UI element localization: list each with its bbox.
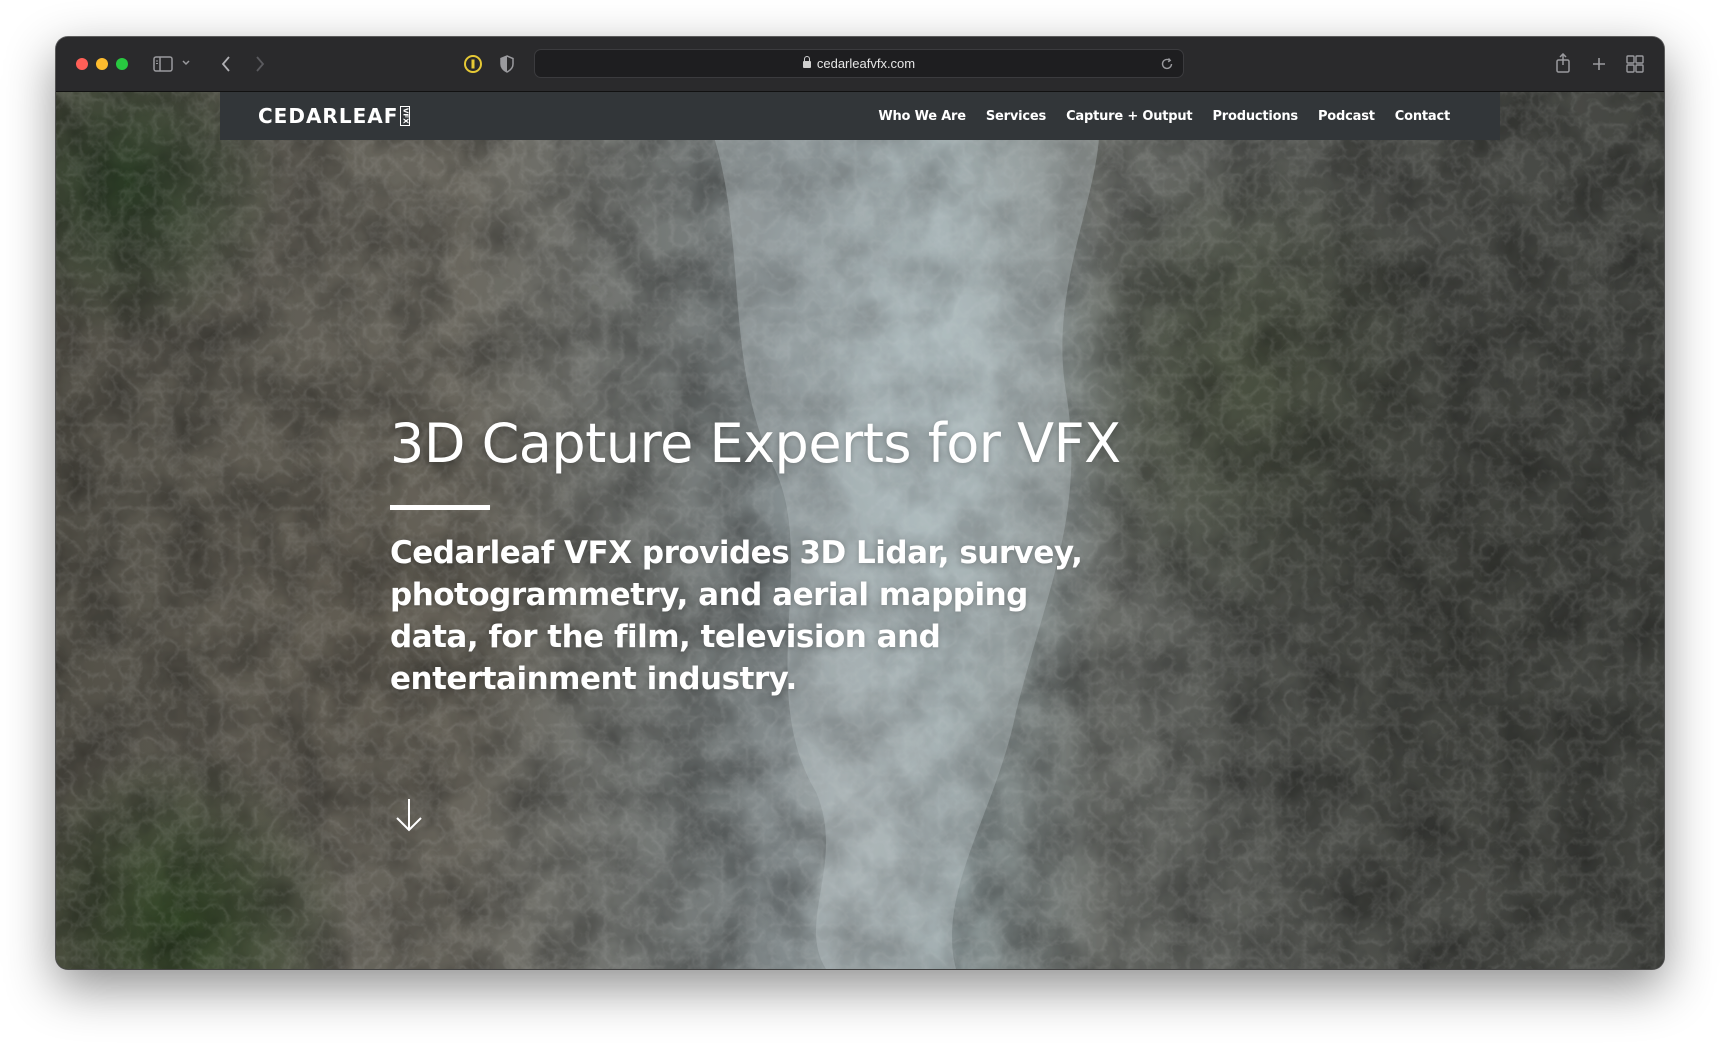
forward-icon[interactable] bbox=[250, 53, 270, 75]
chevron-down-icon[interactable] bbox=[180, 57, 192, 69]
zoom-window-button[interactable] bbox=[116, 58, 128, 70]
nav-contact[interactable]: Contact bbox=[1395, 109, 1450, 124]
tab-overview-icon[interactable] bbox=[1624, 53, 1646, 75]
nav-who-we-are[interactable]: Who We Are bbox=[878, 109, 966, 124]
nav-capture-output[interactable]: Capture + Output bbox=[1066, 109, 1193, 124]
hero-divider bbox=[390, 505, 490, 510]
hero-section: 3D Capture Experts for VFX Cedarleaf VFX… bbox=[390, 412, 1150, 700]
password-manager-icon[interactable] bbox=[462, 53, 484, 75]
browser-window: cedarleafvfx.com CEDARLEAF VFX Who We Ar… bbox=[56, 37, 1664, 969]
logo-vfx-tag: VFX bbox=[400, 106, 411, 126]
logo-text: CEDARLEAF bbox=[258, 104, 399, 128]
site-logo[interactable]: CEDARLEAF VFX bbox=[258, 104, 411, 128]
nav-menu: Who We Are Services Capture + Output Pro… bbox=[858, 92, 1450, 140]
minimize-window-button[interactable] bbox=[96, 58, 108, 70]
nav-podcast[interactable]: Podcast bbox=[1318, 109, 1375, 124]
site-navbar: CEDARLEAF VFX Who We Are Services Captur… bbox=[220, 92, 1500, 140]
new-tab-icon[interactable] bbox=[1588, 53, 1610, 75]
url-text: cedarleafvfx.com bbox=[816, 56, 916, 71]
share-icon[interactable] bbox=[1552, 51, 1574, 75]
privacy-shield-icon[interactable] bbox=[496, 53, 518, 75]
arrow-down-icon[interactable] bbox=[394, 797, 424, 833]
nav-productions[interactable]: Productions bbox=[1212, 109, 1298, 124]
hero-title: 3D Capture Experts for VFX bbox=[390, 412, 1121, 475]
browser-toolbar: cedarleafvfx.com bbox=[56, 37, 1664, 92]
nav-services[interactable]: Services bbox=[986, 109, 1046, 124]
reload-icon[interactable] bbox=[1159, 56, 1175, 72]
address-bar[interactable]: cedarleafvfx.com bbox=[534, 49, 1184, 78]
back-icon[interactable] bbox=[216, 53, 236, 75]
close-window-button[interactable] bbox=[76, 58, 88, 70]
hero-subtitle: Cedarleaf VFX provides 3D Lidar, survey,… bbox=[390, 535, 1083, 697]
web-page: CEDARLEAF VFX Who We Are Services Captur… bbox=[56, 92, 1664, 969]
lock-icon bbox=[802, 56, 811, 68]
sidebar-icon[interactable] bbox=[152, 53, 174, 75]
